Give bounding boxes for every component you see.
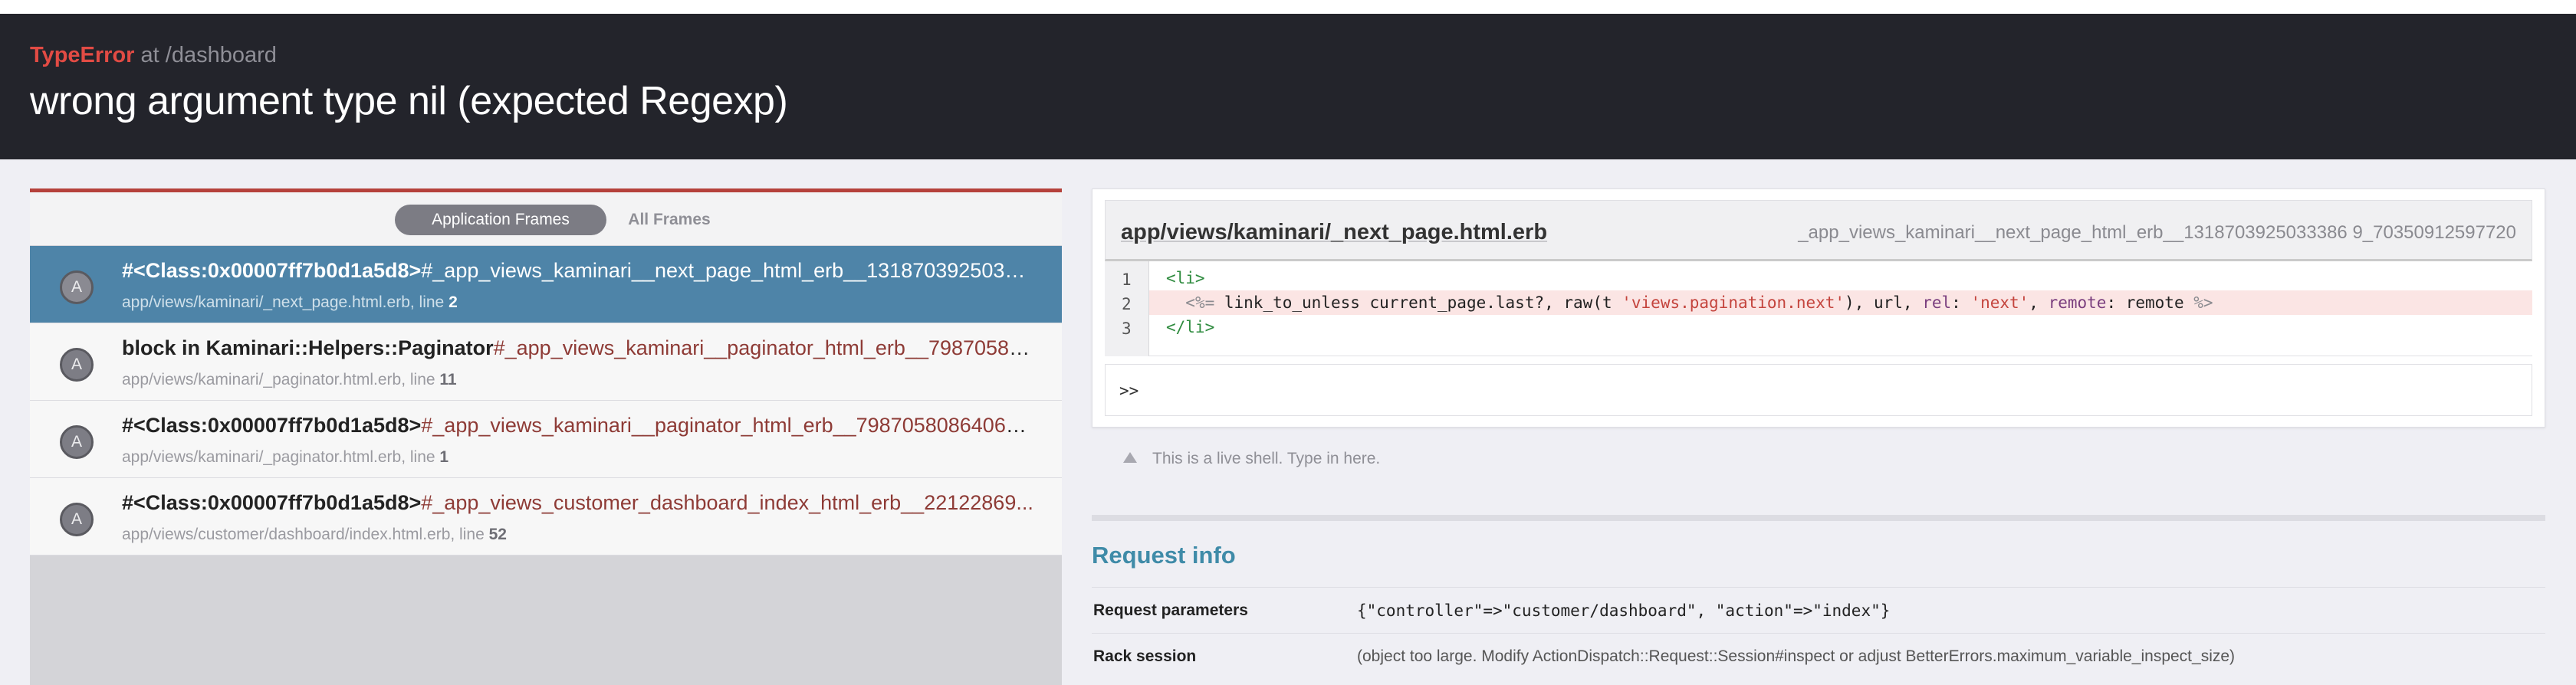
request-info-title: Request info: [1092, 542, 1236, 569]
frame-line: 1: [439, 448, 449, 466]
code-token: <li>: [1166, 269, 1205, 287]
code-viewer: 1 2 3 <li> <%= link_to_unless current_pa…: [1105, 261, 2532, 356]
frame-name: block in Kaminari::Helpers::Paginator#_a…: [122, 336, 1034, 360]
frame-context: #<Class:0x00007ff7b0d1a5d8>: [122, 259, 422, 282]
exception-message: wrong argument type nil (expected Regexp…: [30, 79, 788, 123]
frame-method: #_app_views_kaminari__paginator_html_erb…: [421, 414, 1034, 437]
exception-class: TypeError: [30, 43, 135, 67]
frame-file: app/views/customer/dashboard/index.html.…: [122, 526, 489, 543]
frame-item[interactable]: A #<Class:0x00007ff7b0d1a5d8>#_app_views…: [30, 478, 1062, 556]
code-token: </li>: [1166, 318, 1215, 336]
line-number: 3: [1122, 320, 1132, 338]
section-divider: [1092, 515, 2545, 521]
frame-line: 52: [488, 526, 507, 543]
application-frame-badge-icon: A: [60, 503, 94, 536]
frame-location: app/views/kaminari/_next_page.html.erb, …: [122, 293, 458, 312]
up-arrow-icon: [1123, 452, 1137, 464]
frame-list: A #<Class:0x00007ff7b0d1a5d8>#_app_views…: [30, 246, 1062, 556]
rack-session-value: (object too large. Modify ActionDispatch…: [1357, 647, 2236, 665]
table-row: Request parameters {"controller"=>"custo…: [1092, 587, 2545, 633]
code-token: ), url,: [1845, 293, 1923, 312]
code-token: remote: [2048, 293, 2107, 312]
frame-file: app/views/kaminari/_paginator.html.erb, …: [122, 371, 440, 388]
frame-item[interactable]: A #<Class:0x00007ff7b0d1a5d8>#_app_views…: [30, 401, 1062, 478]
tab-all-frames[interactable]: All Frames: [620, 205, 718, 235]
request-parameters-label: Request parameters: [1093, 601, 1248, 619]
line-numbers: 1 2 3: [1105, 261, 1149, 356]
live-shell-input[interactable]: >>: [1105, 364, 2532, 416]
frame-method: #_app_views_kaminari__next_page_html_erb…: [421, 259, 1034, 282]
exception-path: at /dashboard: [140, 43, 277, 67]
code-header: app/views/kaminari/_next_page.html.erb _…: [1105, 200, 2532, 261]
code-line: <li>: [1149, 266, 2532, 290]
code-token: : remote: [2106, 293, 2194, 312]
frame-context: block in Kaminari::Helpers::Paginator: [122, 336, 494, 359]
line-number: 1: [1122, 270, 1132, 289]
table-row: Rack session (object too large. Modify A…: [1092, 633, 2545, 679]
code-token: <%=: [1185, 293, 1215, 312]
code-token: 'views.pagination.next': [1622, 293, 1845, 312]
frame-location: app/views/kaminari/_paginator.html.erb, …: [122, 371, 457, 389]
code-file-link[interactable]: app/views/kaminari/_next_page.html.erb: [1121, 220, 1547, 245]
application-frame-badge-icon: A: [60, 270, 94, 304]
tab-application-frames[interactable]: Application Frames: [395, 205, 606, 235]
frame-context: #<Class:0x00007ff7b0d1a5d8>: [122, 491, 422, 514]
exception-location: TypeError at /dashboard: [30, 43, 277, 68]
frames-panel: Application Frames All Frames A #<Class:…: [30, 188, 1062, 685]
frame-location: app/views/kaminari/_paginator.html.erb, …: [122, 448, 449, 467]
top-strip: [0, 0, 2576, 14]
code-token: 'next': [1970, 293, 2029, 312]
code-line: </li>: [1149, 315, 2532, 339]
code-token: ,: [2029, 293, 2049, 312]
code-card: app/views/kaminari/_next_page.html.erb _…: [1092, 188, 2545, 428]
frame-file: app/views/kaminari/_next_page.html.erb, …: [122, 293, 449, 311]
frame-method: #_app_views_customer_dashboard_index_htm…: [421, 491, 1033, 514]
code-token: :: [1951, 293, 1971, 312]
code-token: link_to_unless current_page.last?, raw(t: [1214, 293, 1622, 312]
code-token: rel: [1922, 293, 1952, 312]
frame-line: 2: [449, 293, 458, 311]
error-header: TypeError at /dashboard wrong argument t…: [0, 14, 2576, 159]
frame-line: 11: [439, 371, 457, 388]
frame-name: #<Class:0x00007ff7b0d1a5d8>#_app_views_k…: [122, 259, 1034, 283]
highlighted-code-line: <%= link_to_unless current_page.last?, r…: [1149, 290, 2532, 315]
frame-context: #<Class:0x00007ff7b0d1a5d8>: [122, 414, 422, 437]
application-frame-badge-icon: A: [60, 425, 94, 459]
line-number: 2: [1122, 295, 1132, 313]
shell-hint-text: This is a live shell. Type in here.: [1152, 450, 1381, 467]
application-frame-badge-icon: A: [60, 348, 94, 382]
frame-method: #_app_views_kaminari__paginator_html_erb…: [493, 336, 1034, 359]
request-parameters-value: {"controller"=>"customer/dashboard", "ac…: [1357, 601, 1891, 620]
code-method-name: _app_views_kaminari__next_page_html_erb_…: [1798, 222, 2516, 243]
frame-name: #<Class:0x00007ff7b0d1a5d8>#_app_views_k…: [122, 414, 1034, 438]
frame-file: app/views/kaminari/_paginator.html.erb, …: [122, 448, 440, 466]
shell-prompt: >>: [1119, 382, 1139, 400]
request-info-table: Request parameters {"controller"=>"custo…: [1092, 587, 2545, 679]
shell-hint: This is a live shell. Type in here.: [1123, 450, 1380, 468]
frames-tabs: Application Frames All Frames: [30, 192, 1062, 246]
frame-location: app/views/customer/dashboard/index.html.…: [122, 526, 507, 544]
frame-item[interactable]: A #<Class:0x00007ff7b0d1a5d8>#_app_views…: [30, 246, 1062, 323]
rack-session-label: Rack session: [1093, 647, 1197, 665]
frame-name: #<Class:0x00007ff7b0d1a5d8>#_app_views_c…: [122, 491, 1034, 515]
frame-item[interactable]: A block in Kaminari::Helpers::Paginator#…: [30, 323, 1062, 401]
code-token: %>: [2193, 293, 2213, 312]
